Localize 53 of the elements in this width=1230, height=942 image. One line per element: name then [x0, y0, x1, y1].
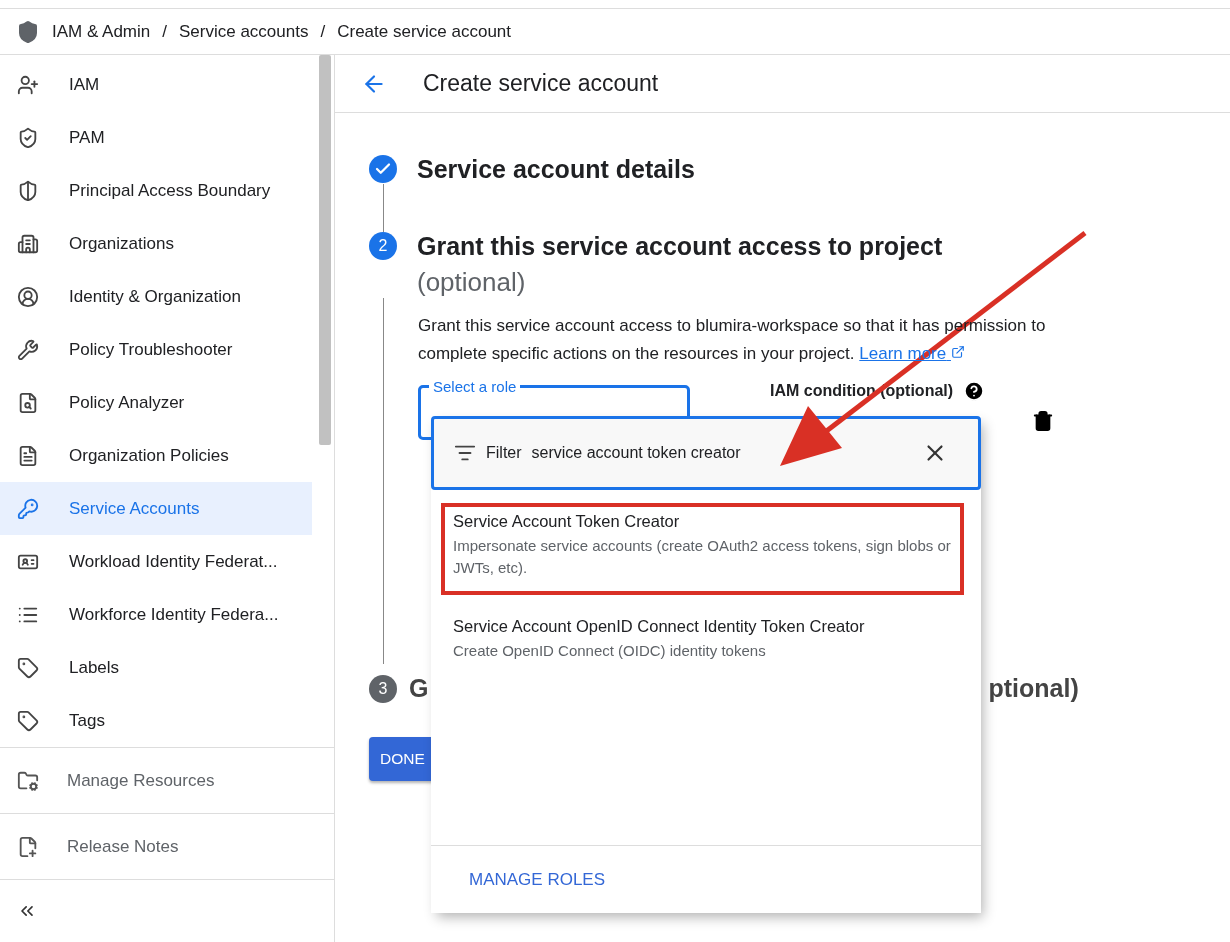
step-number: 2 [369, 232, 397, 260]
step-title: Service account details [417, 155, 695, 184]
step-title: G [409, 674, 429, 703]
sidebar-item-icon [17, 391, 39, 414]
sidebar-item-icon [17, 709, 39, 732]
step-title: Grant this service account access to project [417, 232, 943, 261]
sidebar-item[interactable]: Service Accounts [0, 482, 312, 535]
sidebar-item-icon [17, 73, 39, 96]
sidebar-item[interactable]: IAM [0, 58, 312, 111]
sidebar-item[interactable]: PAM [0, 111, 312, 164]
filter-label: Filter [486, 444, 522, 462]
sidebar-item[interactable]: Labels [0, 641, 312, 694]
sidebar-item-icon [17, 769, 39, 792]
condition-label: IAM condition (optional) [770, 382, 954, 400]
step-subtitle: (optional) [417, 267, 527, 298]
breadcrumb-separator: / [320, 21, 326, 42]
scrollbar[interactable] [319, 55, 331, 445]
sidebar-footer-item[interactable]: Release Notes [0, 813, 334, 879]
sidebar-item[interactable]: Workload Identity Federat... [0, 535, 312, 588]
shield-icon [16, 19, 40, 44]
sidebar-item[interactable]: Policy Analyzer [0, 376, 312, 429]
sidebar-item[interactable]: Policy Troubleshooter [0, 323, 312, 376]
sidebar-item[interactable]: Principal Access Boundary [0, 164, 312, 217]
sidebar-item-icon [17, 285, 39, 308]
manage-roles-link[interactable]: MANAGE ROLES [469, 869, 606, 890]
sidebar-footer-item[interactable]: Manage Resources [0, 747, 334, 813]
sidebar-item-icon [17, 656, 39, 679]
delete-icon[interactable] [1032, 410, 1054, 432]
sidebar-item[interactable]: Identity & Organization [0, 270, 312, 323]
help-icon[interactable] [963, 380, 986, 402]
breadcrumb-item[interactable]: IAM & Admin [52, 21, 151, 42]
filter-field[interactable]: Filter service account token creator [431, 416, 981, 490]
sidebar-item[interactable]: Organization Policies [0, 429, 312, 482]
sidebar-item-icon [17, 126, 39, 149]
breadcrumb-item: Create service account [337, 21, 512, 42]
sidebar-item-icon [17, 497, 39, 520]
sidebar-item-icon [17, 444, 39, 467]
step-number: 3 [369, 674, 397, 703]
page-title: Create service account [423, 70, 659, 97]
sidebar-item[interactable]: Workforce Identity Federa... [0, 588, 312, 641]
sidebar-item[interactable]: Tags [0, 694, 312, 747]
sidebar-item-icon [17, 835, 39, 858]
sidebar-item-icon [17, 179, 39, 202]
breadcrumb-item[interactable]: Service accounts [179, 21, 309, 42]
breadcrumb-separator: / [162, 21, 167, 42]
sidebar-item-icon [17, 338, 39, 361]
sidebar-item-icon [17, 232, 39, 255]
step-title: ptional) [988, 674, 1079, 703]
role-option[interactable]: Service Account OpenID Connect Identity Token Creator Create OpenID Connect (OIDC) identity tokens [431, 609, 981, 674]
external-link-icon [950, 345, 965, 359]
sidebar-item[interactable]: Organizations [0, 217, 312, 270]
role-option[interactable]: Service Account Token Creator Impersonate service accounts (create OAuth2 access tokens, sign blobs or JWTs, etc). [431, 504, 981, 591]
filter-input[interactable]: service account token creator [531, 444, 912, 462]
